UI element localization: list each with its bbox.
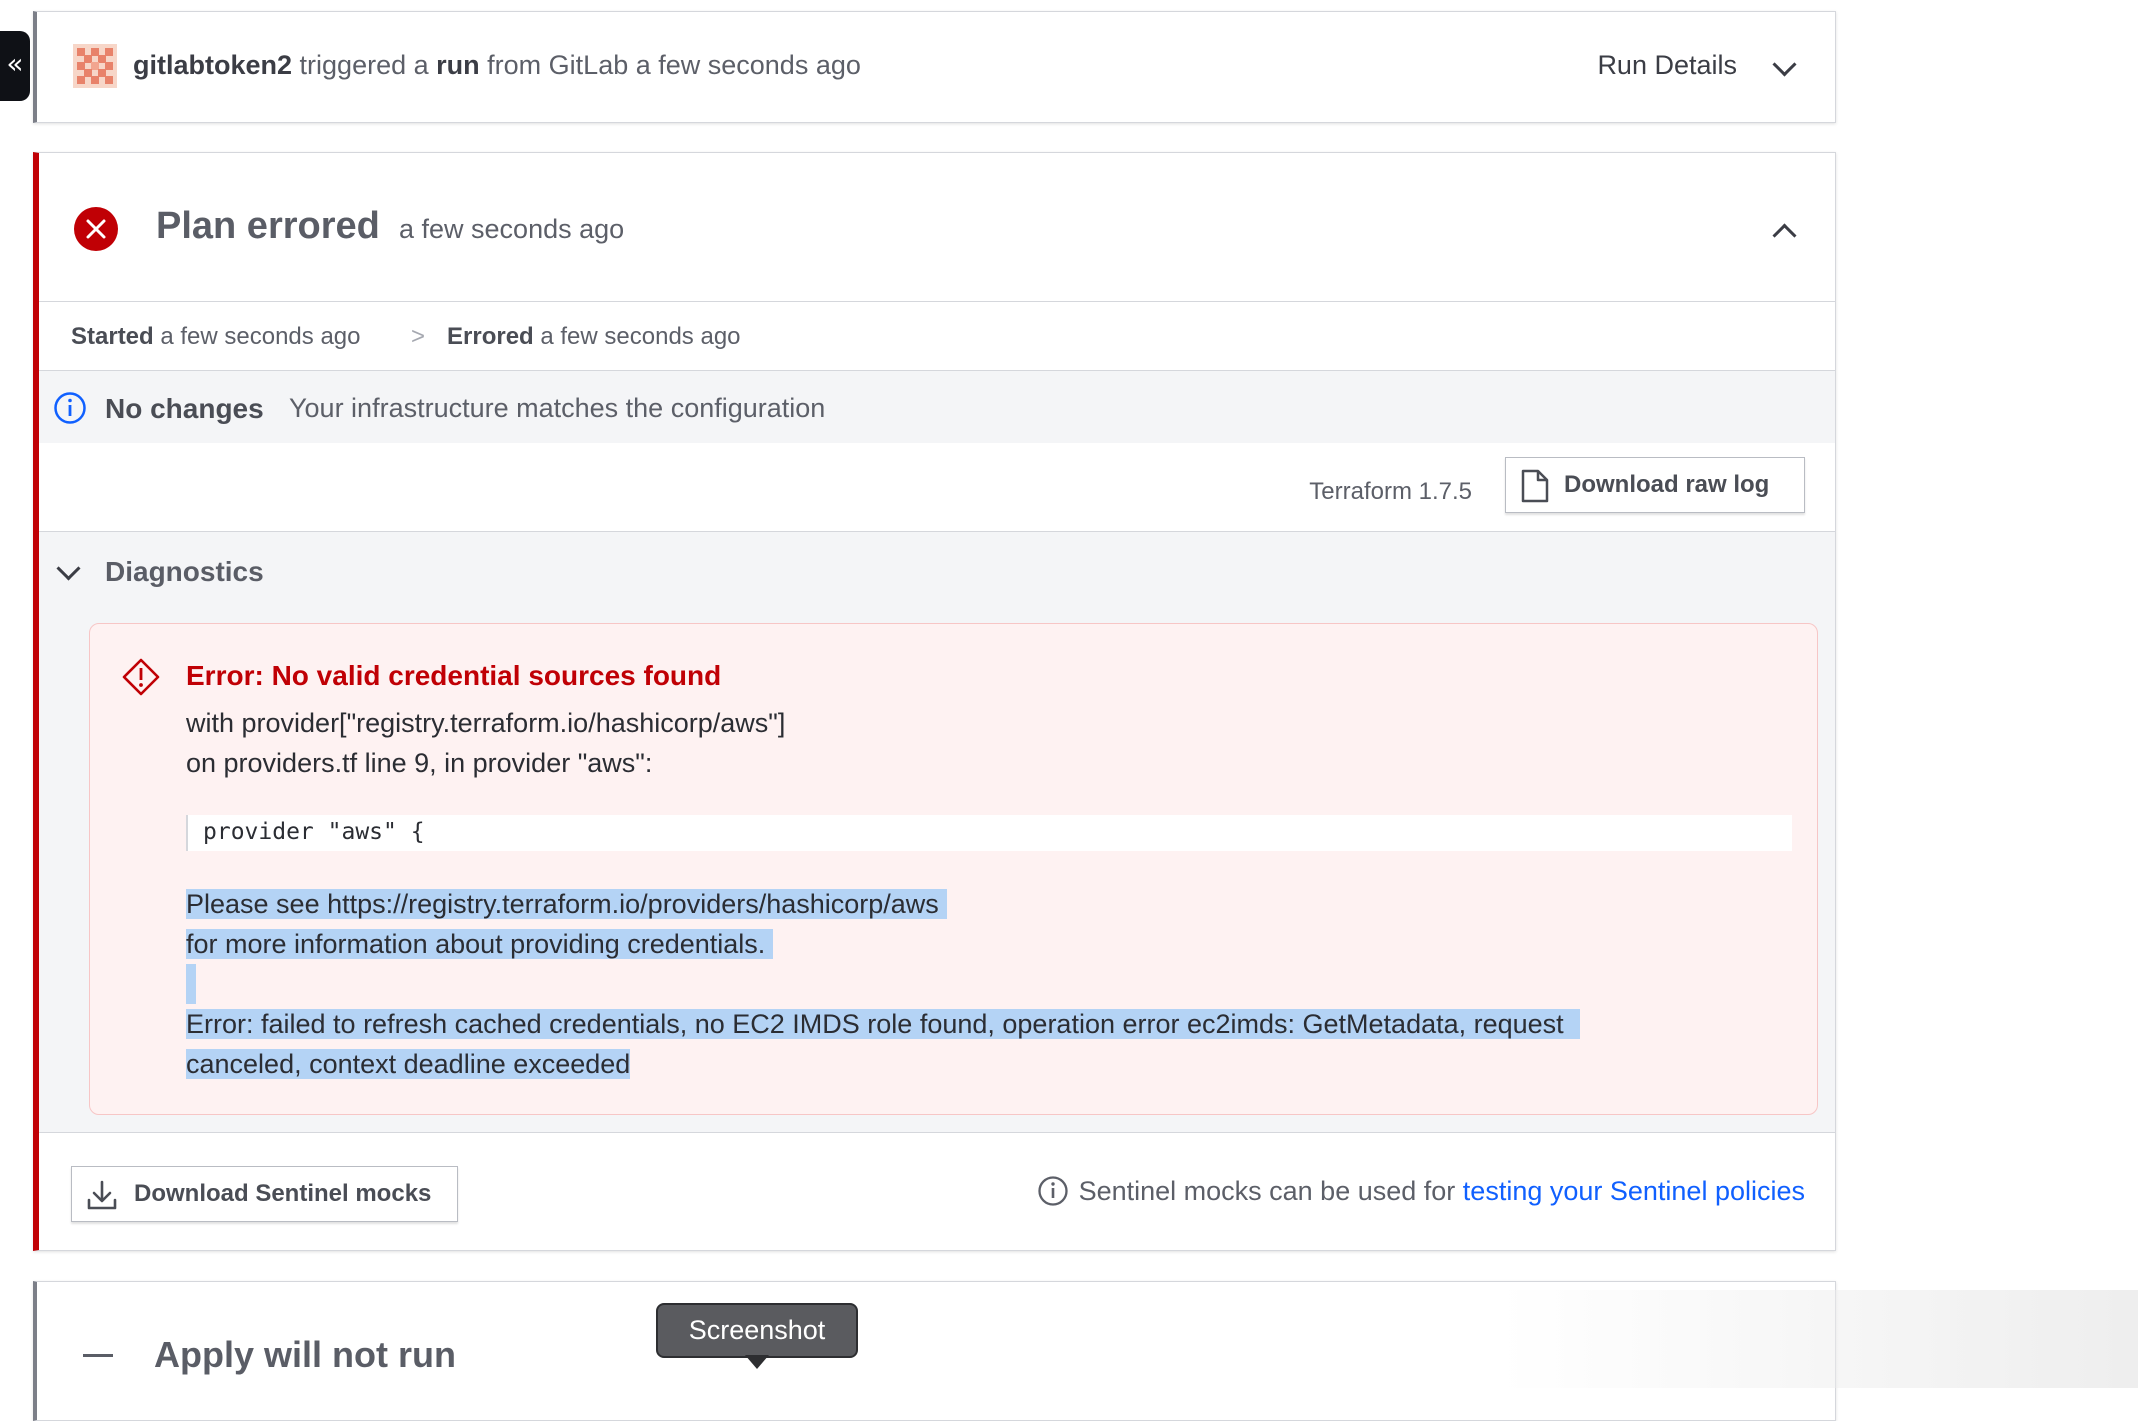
diagnostics-title[interactable]: Diagnostics <box>105 556 264 588</box>
screenshot-tooltip: Screenshot <box>656 1303 858 1358</box>
error-diagnostic: Error: No valid credential sources found… <box>89 623 1818 1115</box>
tooltip-arrow <box>745 1355 769 1369</box>
sentinel-policies-link[interactable]: testing your Sentinel policies <box>1463 1176 1805 1206</box>
error-circle-icon <box>74 207 118 251</box>
terraform-row: Terraform 1.7.5 Download raw log <box>39 443 1835 532</box>
error-file-line: on providers.tf line 9, in provider "aws… <box>186 748 653 778</box>
run-link[interactable]: run <box>436 50 480 80</box>
error-title: Error: No valid credential sources found <box>186 660 722 691</box>
run-details-toggle[interactable]: Run Details <box>1597 50 1737 81</box>
plan-status-time: a few seconds ago <box>399 214 625 244</box>
plan-status-title: Plan errored <box>156 205 380 247</box>
run-text-part: triggered a <box>299 50 429 80</box>
plan-timeline: Started a few seconds ago > Errored a fe… <box>39 302 1835 371</box>
download-raw-log-label: Download raw log <box>1564 471 1770 498</box>
timeline-errored-label: Errored <box>447 323 534 350</box>
run-user[interactable]: gitlabtoken2 <box>133 50 292 80</box>
timeline-started-label: Started <box>71 323 154 350</box>
chevron-down-icon[interactable] <box>1772 52 1797 77</box>
terraform-version: Terraform 1.7.5 <box>1309 478 1472 505</box>
sidebar-collapse-button[interactable]: « <box>0 31 30 101</box>
plan-card: Plan errored a few seconds ago Started a… <box>33 152 1836 1251</box>
file-icon <box>1521 469 1549 503</box>
download-raw-log-button[interactable]: Download raw log <box>1505 457 1805 513</box>
user-avatar <box>73 44 117 88</box>
chevron-up-icon[interactable] <box>1772 223 1797 248</box>
diagnostics-section: Diagnostics Error: No valid credential s… <box>39 532 1835 1133</box>
timeline-started-time: a few seconds ago <box>160 323 361 350</box>
error-detail-line: canceled, context deadline exceeded <box>186 1049 631 1079</box>
run-trigger-text: gitlabtoken2 triggered a run from GitLab… <box>133 50 861 81</box>
warning-diamond-icon <box>122 658 160 696</box>
info-icon <box>1037 1176 1068 1206</box>
download-sentinel-mocks-label: Download Sentinel mocks <box>134 1180 432 1207</box>
no-changes-message: Your infrastructure matches the configur… <box>289 393 826 423</box>
download-icon <box>87 1180 117 1210</box>
error-provider-line: with provider["registry.terraform.io/has… <box>186 708 786 738</box>
no-changes-banner: No changes Your infrastructure matches t… <box>39 371 1835 443</box>
plan-header[interactable]: Plan errored a few seconds ago <box>39 153 1835 302</box>
apply-status-title: Apply will not run <box>154 1334 456 1375</box>
download-sentinel-mocks-button[interactable]: Download Sentinel mocks <box>71 1166 458 1222</box>
skipped-dash-icon <box>83 1354 113 1357</box>
bottom-fade-overlay <box>1500 1290 2138 1388</box>
error-detail-line: Please see https://registry.terraform.io… <box>186 889 947 919</box>
timeline-separator: > <box>411 323 426 350</box>
selection-blank-line <box>186 964 196 1004</box>
run-text-part: from GitLab a few seconds ago <box>487 50 861 80</box>
code-snippet-text: provider "aws" { <box>203 819 425 845</box>
code-snippet: provider "aws" { <box>186 815 1792 851</box>
sentinel-row: Download Sentinel mocks Sentinel mocks c… <box>39 1133 1835 1251</box>
no-changes-label: No changes <box>105 393 264 424</box>
info-icon <box>54 392 86 424</box>
chevron-down-icon[interactable] <box>56 556 81 581</box>
error-detail-line: for more information about providing cre… <box>186 929 774 959</box>
timeline-errored-time: a few seconds ago <box>540 323 741 350</box>
sentinel-message: Sentinel mocks can be used for <box>1078 1176 1456 1206</box>
sentinel-info: Sentinel mocks can be used for testing y… <box>1037 1175 1805 1207</box>
run-summary-card: gitlabtoken2 triggered a run from GitLab… <box>33 11 1836 123</box>
error-detail-line: Error: failed to refresh cached credenti… <box>186 1009 1580 1039</box>
